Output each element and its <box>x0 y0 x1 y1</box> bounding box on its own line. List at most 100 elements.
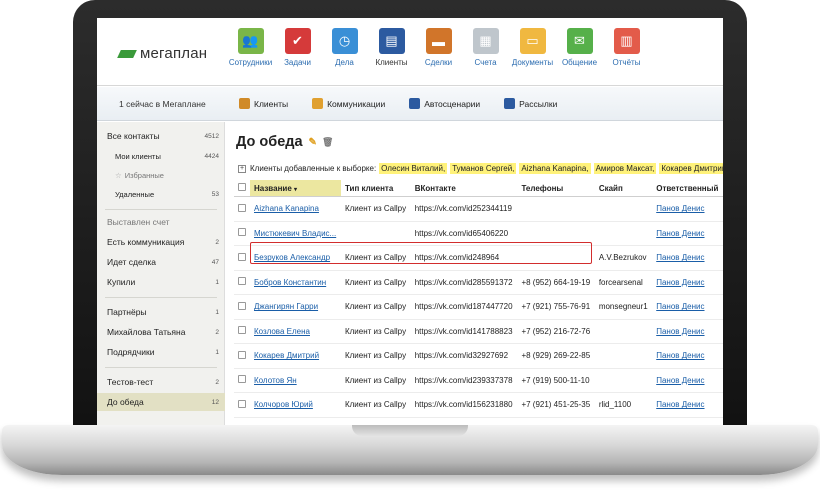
table-row[interactable]: Кокарев Дмитрий Клиент из Callpy https://v… <box>234 343 723 369</box>
cell-type: Клиент из Callpy <box>340 196 411 222</box>
row-select-cell <box>234 392 250 418</box>
online-status[interactable]: 1 сейчас в Мегаплане <box>119 99 206 109</box>
sidebar-item-favorites[interactable]: ☆ Избранные <box>97 168 225 182</box>
nav-item-1[interactable]: ✔ Задачи <box>274 28 321 67</box>
cell-name-text[interactable]: Кокарев Дмитрий <box>254 351 319 360</box>
megaplan-logo[interactable]: мегаплан <box>119 45 207 62</box>
table-row[interactable]: Колчоров Юрий Клиент из Callpy https://vk.… <box>234 392 723 418</box>
row-checkbox[interactable] <box>238 203 246 212</box>
subtab-2[interactable]: Автосценарии <box>405 95 484 112</box>
cell-owner-text[interactable]: Панов Денис <box>656 327 704 336</box>
table-row[interactable]: Козлова Елена Клиент из Callpy https://vk.… <box>234 319 723 344</box>
cell-name-text[interactable]: Мистюкевич Владис... <box>254 229 336 238</box>
sidebar-item-contractors[interactable]: Подрядчики 1 <box>97 344 225 360</box>
row-checkbox[interactable] <box>238 326 246 335</box>
column-header-owner[interactable]: Ответственный <box>652 180 723 197</box>
row-checkbox[interactable] <box>238 350 246 359</box>
sidebar-item-bought[interactable]: Купили 1 <box>97 274 225 290</box>
column-header-name[interactable]: Название ▾ <box>250 180 341 197</box>
table-row[interactable]: Колотов Ян Клиент из Callpy https://vk.com… <box>234 368 723 393</box>
cell-phone: +7 (952) 216-72-76 <box>517 319 595 344</box>
nav-item-2[interactable]: ◷ Дела <box>321 28 368 67</box>
sidebar-item-label: Партнёры <box>107 307 147 317</box>
table-row[interactable]: Бобров Константин Клиент из Callpy https:/… <box>234 270 723 295</box>
checklist-icon: ✔ <box>284 28 311 54</box>
trash-icon[interactable]: 🗑 <box>322 137 333 148</box>
nav-item-0[interactable]: 👥 Сотрудники <box>227 28 274 67</box>
cell-owner-text[interactable]: Панов Денис <box>656 204 704 213</box>
clock-icon: ◷ <box>331 28 358 54</box>
column-header-skype[interactable]: Скайп <box>594 180 653 197</box>
table-row[interactable]: Мистюкевич Владис... https://vk.com/id654… <box>234 221 723 246</box>
sidebar-item-deal[interactable]: Идет сделка 47 <box>97 254 225 270</box>
sidebar-item-test[interactable]: Тестов-тест 2 <box>97 374 225 390</box>
row-checkbox[interactable] <box>238 301 246 310</box>
cell-name-text[interactable]: Бобров Константин <box>254 278 326 287</box>
cell-name: Безруков Александр <box>250 245 341 271</box>
row-checkbox[interactable] <box>238 252 246 261</box>
cell-vk: https://vk.com/id248964 <box>410 245 518 271</box>
cell-owner-text[interactable]: Панов Денис <box>656 351 704 360</box>
row-checkbox[interactable] <box>238 375 246 384</box>
nav-item-7[interactable]: ✉ Общение <box>556 28 603 67</box>
row-checkbox[interactable] <box>238 228 246 237</box>
sidebar-item-my-clients[interactable]: Мои клиенты 4424 <box>97 149 225 163</box>
cell-phone <box>517 221 595 246</box>
clients-table: Название ▾ Тип клиента ВКонтакте Телефон… <box>234 180 723 418</box>
table-row[interactable]: Джангирян Гарри Клиент из Callpy https://v… <box>234 294 723 320</box>
row-checkbox[interactable] <box>238 399 246 408</box>
sidebar-item-before-lunch[interactable]: До обеда 12 <box>97 393 225 411</box>
filter-chip[interactable]: Aizhana Kanapina, <box>519 163 591 174</box>
cell-name-text[interactable]: Колотов Ян <box>254 376 297 385</box>
filter-chip[interactable]: Туманов Сергей, <box>450 163 517 174</box>
cell-owner-text[interactable]: Панов Денис <box>656 229 704 238</box>
nav-item-8[interactable]: ▥ Отчёты <box>603 28 650 67</box>
nav-item-label: Общение <box>561 58 598 67</box>
cell-vk: https://vk.com/id32927692 <box>410 343 518 369</box>
cell-vk-text: https://vk.com/id239337378 <box>414 375 513 385</box>
subtab-3[interactable]: Рассылки <box>500 95 561 112</box>
cell-owner-text[interactable]: Панов Денис <box>656 302 704 311</box>
row-checkbox[interactable] <box>238 277 246 286</box>
filter-chip[interactable]: Кокарев Дмитрий, <box>659 163 723 174</box>
nav-item-3[interactable]: ▤ Клиенты <box>368 28 415 67</box>
sidebar-item-label: Идет сделка <box>107 257 157 267</box>
sidebar-item-all-contacts[interactable]: Все контакты 4512 <box>97 128 225 144</box>
table-row[interactable]: Aizhana Kanapina Клиент из Callpy https://… <box>234 196 723 222</box>
sidebar-item-invoice[interactable]: Выставлен счет <box>97 214 225 230</box>
nav-item-4[interactable]: ▬ Сделки <box>415 28 462 67</box>
pencil-icon[interactable]: ✎ <box>309 137 317 148</box>
sub-bar: 1 сейчас в Мегаплане Клиенты Коммуникации… <box>97 87 723 121</box>
expand-plus-icon[interactable]: + <box>238 164 246 173</box>
filter-chip[interactable]: Амиров Максат, <box>593 163 657 174</box>
sidebar-item-communication[interactable]: Есть коммуникация 2 <box>97 234 225 250</box>
cell-owner-text[interactable]: Панов Денис <box>656 400 704 409</box>
select-all-checkbox[interactable] <box>238 183 246 191</box>
cell-vk-text: https://vk.com/id65406220 <box>414 228 509 238</box>
filter-chip[interactable]: Олесин Виталий, <box>379 163 448 174</box>
column-header-phones[interactable]: Телефоны <box>517 180 595 197</box>
nav-item-5[interactable]: ▦ Счета <box>462 28 509 67</box>
cell-name-text[interactable]: Козлова Елена <box>254 327 310 336</box>
subtab-0[interactable]: Клиенты <box>235 95 292 112</box>
sidebar-item-partners[interactable]: Партнёры 1 <box>97 304 225 320</box>
table-row[interactable]: Безруков Александр Клиент из Callpy https:… <box>234 245 723 271</box>
sidebar-item-mikhailova[interactable]: Михайлова Татьяна 2 <box>97 324 225 340</box>
sidebar-item-count: 2 <box>215 238 219 246</box>
nav-item-6[interactable]: ▭ Документы <box>509 28 556 67</box>
sidebar-item-count: 53 <box>211 190 219 198</box>
cell-name-text[interactable]: Джангирян Гарри <box>254 302 318 311</box>
column-header-type[interactable]: Тип клиента <box>340 180 411 197</box>
sidebar-item-deleted[interactable]: Удаленные 53 <box>97 187 225 201</box>
cell-name-text[interactable]: Колчоров Юрий <box>254 400 313 409</box>
cell-owner-text[interactable]: Панов Денис <box>656 376 704 385</box>
subtab-1[interactable]: Коммуникации <box>308 95 389 112</box>
cell-owner-text[interactable]: Панов Денис <box>656 278 704 287</box>
cell-name-text[interactable]: Безруков Александр <box>254 253 330 262</box>
sidebar: Все контакты 4512 Мои клиенты 4424 ☆ Избр… <box>97 122 225 425</box>
column-header-vk[interactable]: ВКонтакте <box>410 180 518 197</box>
cell-type: Клиент из Callpy <box>340 270 411 295</box>
cell-type-text: Клиент из Callpy <box>344 302 407 312</box>
cell-name-text[interactable]: Aizhana Kanapina <box>254 204 319 213</box>
cell-owner-text[interactable]: Панов Денис <box>656 253 704 262</box>
